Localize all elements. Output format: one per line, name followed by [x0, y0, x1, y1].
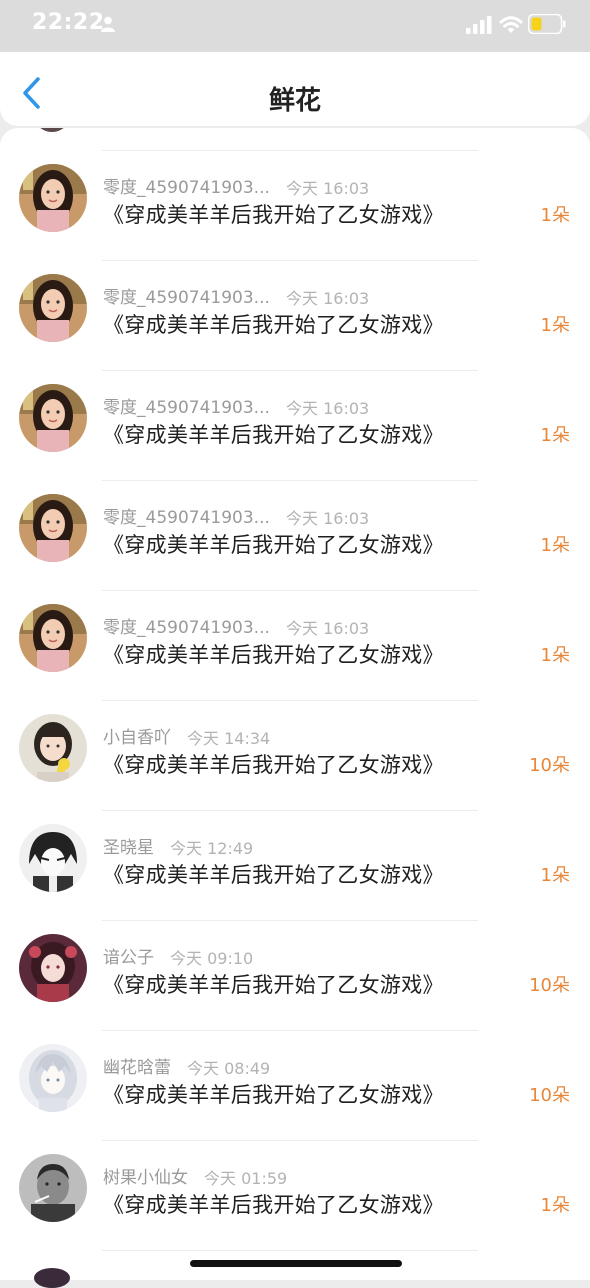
book-title: 《穿成美羊羊后我开始了乙女游戏》 [103, 1193, 444, 1217]
divider [102, 1250, 478, 1251]
book-title: 《穿成美羊羊后我开始了乙女游戏》 [103, 533, 444, 557]
book-title: 《穿成美羊羊后我开始了乙女游戏》 [103, 313, 444, 337]
avatar[interactable] [19, 604, 87, 672]
avatar [34, 1268, 70, 1288]
book-title: 《穿成美羊羊后我开始了乙女游戏》 [103, 203, 444, 227]
user-name[interactable]: 小自香吖 [103, 723, 171, 748]
time-label: 今天 16:03 [286, 619, 370, 638]
status-bar: 22:22 [0, 0, 590, 52]
wifi-icon [499, 16, 523, 33]
list-item[interactable]: 零度_4590741903... 今天 16:03 《穿成美羊羊后我开始了乙女游戏》… [0, 151, 590, 261]
user-name[interactable]: 零度_4590741903... [103, 613, 270, 638]
avatar[interactable] [19, 824, 87, 892]
list-item[interactable]: 零度_4590741903... 今天 16:03 《穿成美羊羊后我开始了乙女游戏》… [0, 261, 590, 371]
book-title: 《穿成美羊羊后我开始了乙女游戏》 [103, 423, 444, 447]
time-label: 今天 16:03 [286, 179, 370, 198]
avatar[interactable] [19, 1154, 87, 1222]
home-indicator [190, 1260, 402, 1267]
avatar[interactable] [19, 384, 87, 452]
flower-count: 10朵 [529, 755, 570, 776]
signal-icon [466, 16, 492, 34]
avatar[interactable] [19, 714, 87, 782]
flower-count: 1朵 [540, 535, 570, 556]
flower-count: 1朵 [540, 205, 570, 226]
person-icon [101, 16, 115, 32]
page-title: 鲜花 [268, 86, 321, 116]
flower-list[interactable]: 零度_4590741903... 今天 16:03 《穿成美羊羊后我开始了乙女游戏》… [0, 128, 590, 1280]
flower-count: 1朵 [540, 1195, 570, 1216]
user-name[interactable]: 零度_4590741903... [103, 283, 270, 308]
user-name[interactable]: 零度_4590741903... [103, 173, 270, 198]
avatar[interactable] [19, 274, 87, 342]
flower-count: 1朵 [540, 865, 570, 886]
book-title: 《穿成美羊羊后我开始了乙女游戏》 [103, 863, 444, 887]
time-label: 今天 09:10 [170, 949, 254, 968]
list-item[interactable]: 谙公子 今天 09:10 《穿成美羊羊后我开始了乙女游戏》 10朵 [0, 921, 590, 1031]
user-name[interactable]: 谙公子 [103, 943, 154, 968]
list-item[interactable]: 圣晓星 今天 12:49 《穿成美羊羊后我开始了乙女游戏》 1朵 [0, 811, 590, 921]
user-name[interactable]: 树果小仙女 [103, 1163, 188, 1188]
battery-icon [528, 14, 566, 34]
avatar [34, 128, 70, 132]
time-label: 今天 08:49 [187, 1059, 271, 1078]
flower-count: 1朵 [540, 315, 570, 336]
book-title: 《穿成美羊羊后我开始了乙女游戏》 [103, 643, 444, 667]
flower-count: 1朵 [540, 645, 570, 666]
avatar[interactable] [19, 934, 87, 1002]
book-title: 《穿成美羊羊后我开始了乙女游戏》 [103, 753, 444, 777]
time-label: 今天 16:03 [286, 289, 370, 308]
time-label: 今天 16:03 [286, 399, 370, 418]
list-item[interactable]: 零度_4590741903... 今天 16:03 《穿成美羊羊后我开始了乙女游戏》… [0, 591, 590, 701]
flower-count: 10朵 [529, 1085, 570, 1106]
time-label: 今天 01:59 [204, 1169, 288, 1188]
avatar[interactable] [19, 164, 87, 232]
list-item[interactable]: 零度_4590741903... 今天 16:03 《穿成美羊羊后我开始了乙女游戏》… [0, 481, 590, 591]
status-time: 22:22 [32, 10, 105, 35]
time-label: 今天 12:49 [170, 839, 254, 858]
avatar[interactable] [19, 1044, 87, 1112]
list-item[interactable]: 树果小仙女 今天 01:59 《穿成美羊羊后我开始了乙女游戏》 1朵 [0, 1141, 590, 1251]
time-label: 今天 16:03 [286, 509, 370, 528]
avatar[interactable] [19, 494, 87, 562]
user-name[interactable]: 圣晓星 [103, 833, 154, 858]
list-item[interactable]: 零度_4590741903... 今天 16:03 《穿成美羊羊后我开始了乙女游戏》… [0, 371, 590, 481]
flower-count: 10朵 [529, 975, 570, 996]
list-item[interactable]: 小自香吖 今天 14:34 《穿成美羊羊后我开始了乙女游戏》 10朵 [0, 701, 590, 811]
user-name[interactable]: 零度_4590741903... [103, 393, 270, 418]
time-label: 今天 14:34 [187, 729, 271, 748]
book-title: 《穿成美羊羊后我开始了乙女游戏》 [103, 973, 444, 997]
flower-count: 1朵 [540, 425, 570, 446]
user-name[interactable]: 零度_4590741903... [103, 503, 270, 528]
user-name[interactable]: 幽花晗蕾 [103, 1053, 171, 1078]
list-item[interactable]: 幽花晗蕾 今天 08:49 《穿成美羊羊后我开始了乙女游戏》 10朵 [0, 1031, 590, 1141]
book-title: 《穿成美羊羊后我开始了乙女游戏》 [103, 1083, 444, 1107]
navbar: 鲜花 [0, 52, 590, 126]
